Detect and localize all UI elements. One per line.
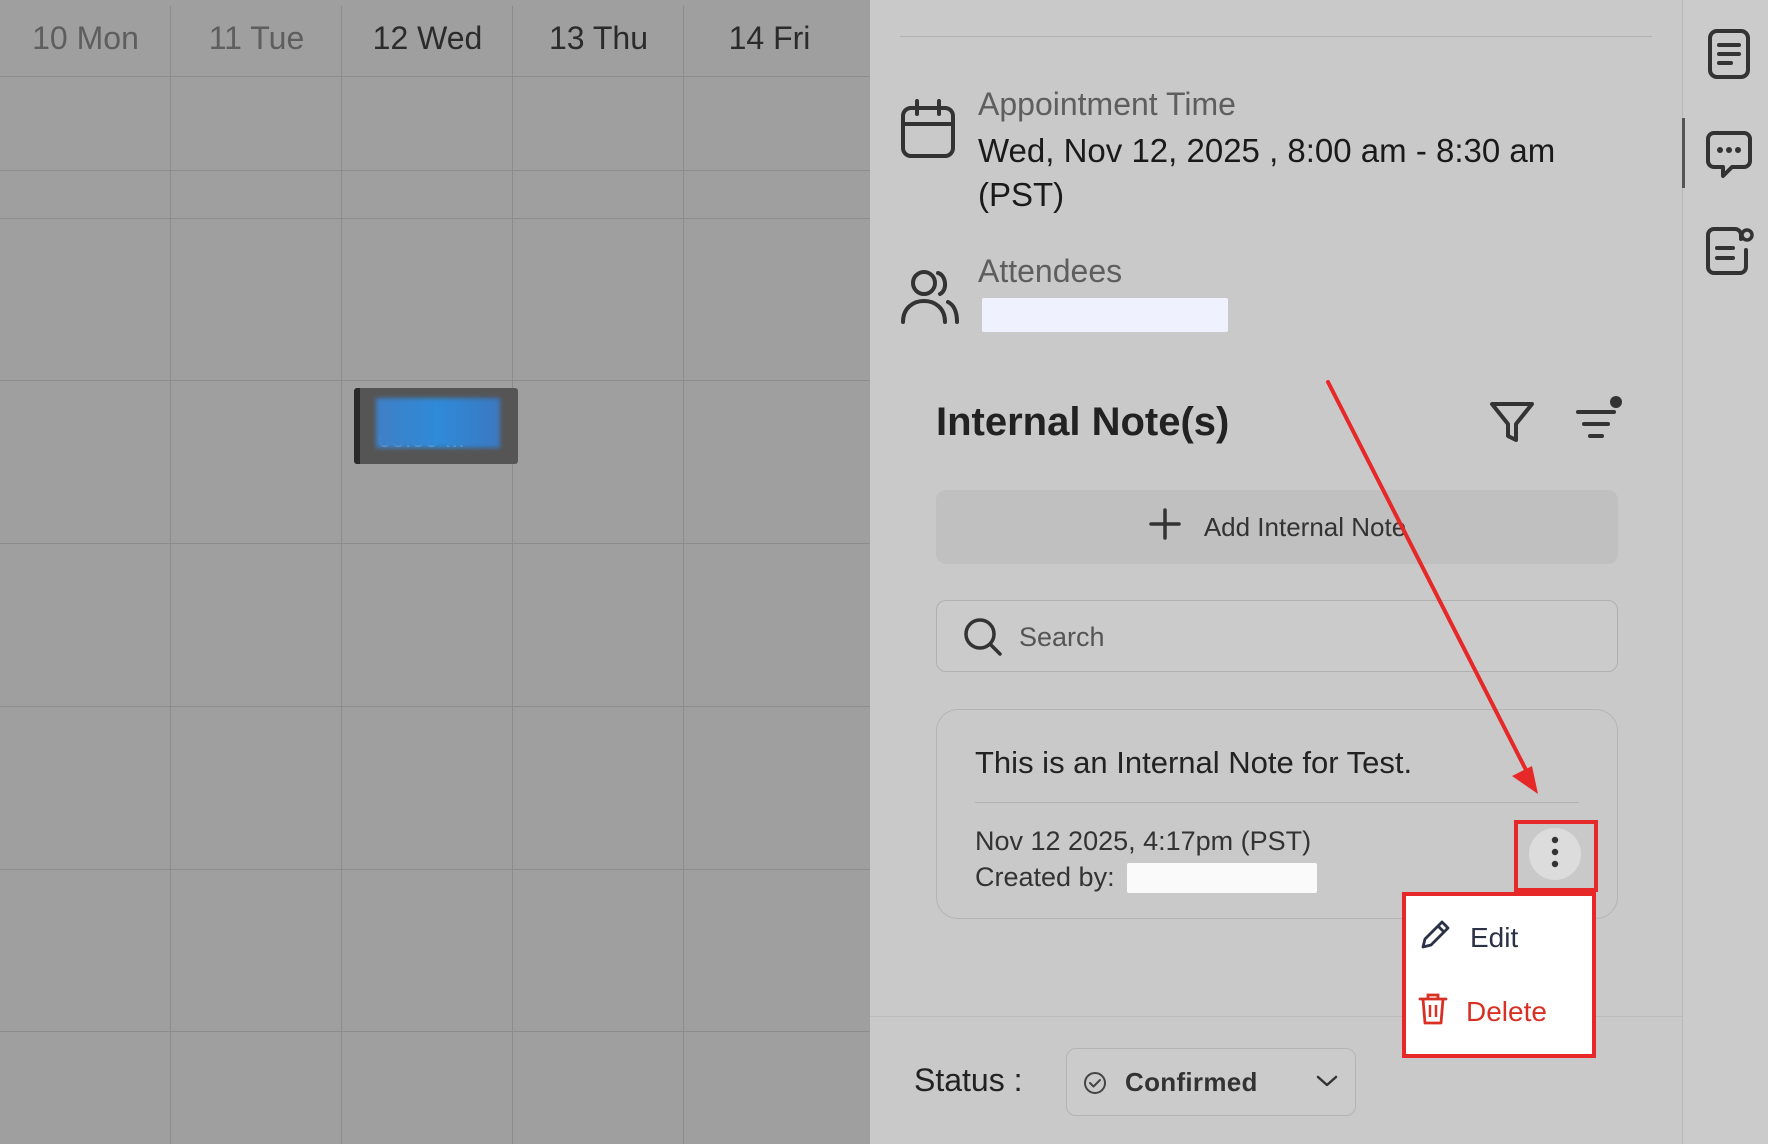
status-value: Confirmed [1125,1067,1258,1097]
grid-line [683,6,684,1144]
grid-line [170,6,171,1144]
delete-label: Delete [1466,996,1547,1027]
grid-line [512,6,513,1144]
internal-notes-title: Internal Note(s) [936,400,1230,444]
filter-icon[interactable] [1488,400,1536,451]
appointment-timezone: (PST) [978,176,1065,213]
attendees-label: Attendees [978,253,1123,289]
day-header-tue[interactable]: 11 Tue [171,0,342,77]
grid-line [0,170,870,171]
add-internal-note-label: Add Internal Note [1203,511,1407,542]
note-more-button[interactable] [1529,828,1581,880]
grid-line [0,869,870,870]
pencil-icon [1418,918,1452,959]
grid-line [341,6,342,1144]
grid-line [0,380,870,381]
notes-search-field[interactable] [936,600,1618,672]
attendee-redacted [982,298,1228,332]
search-input[interactable] [1019,617,1599,657]
notes-icon[interactable] [1705,226,1755,281]
status-dropdown[interactable]: Confirmed [1066,1048,1356,1116]
vertical-dots-icon [1550,836,1560,873]
grid-line [0,1031,870,1032]
internal-note-card: This is an Internal Note for Test. Nov 1… [936,709,1618,919]
chat-icon[interactable] [1705,130,1753,185]
grid-line [0,543,870,544]
note-created-by-label: Created by: [975,862,1115,892]
calendar-icon [900,98,956,165]
day-header-thu[interactable]: 13 Thu [513,0,684,77]
divider [975,802,1579,803]
grid-line [0,706,870,707]
calendar-header: 10 Mon 11 Tue 12 Wed 13 Thu 14 Fri [0,0,870,77]
search-icon [963,617,1003,662]
day-header-wed[interactable]: 12 Wed [342,0,513,77]
calendar-week-view: 10 Mon 11 Tue 12 Wed 13 Thu 14 Fri 08:00… [0,0,870,1144]
check-circle-icon [1083,1071,1107,1100]
status-label: Status : [914,1062,1023,1098]
edit-label: Edit [1470,922,1519,953]
edit-menu-item[interactable]: Edit [1418,912,1518,964]
calendar-event[interactable]: 08:00 ... [354,388,518,464]
side-rail [1682,0,1768,1144]
creator-redacted [1127,863,1317,893]
event-title-redacted [376,398,500,448]
delete-menu-item[interactable]: Delete [1418,986,1547,1038]
users-icon [900,268,960,331]
note-text: This is an Internal Note for Test. [975,745,1413,780]
trash-icon [1418,992,1448,1033]
note-timestamp: Nov 12 2025, 4:17pm (PST) [975,826,1312,856]
grid-line [0,218,870,219]
day-header-fri[interactable]: 14 Fri [684,0,855,77]
day-header-mon[interactable]: 10 Mon [0,0,171,77]
appointment-time-value: Wed, Nov 12, 2025 , 8:00 am - 8:30 am [978,132,1556,169]
document-icon[interactable] [1707,28,1751,85]
chevron-down-icon [1315,1073,1339,1094]
appointment-time-label: Appointment Time [978,86,1236,122]
sort-lines-icon[interactable] [1574,394,1624,447]
add-internal-note-button[interactable]: Add Internal Note [936,490,1618,564]
divider [900,36,1652,37]
active-tab-indicator [1682,118,1685,188]
plus-icon [1148,507,1182,548]
